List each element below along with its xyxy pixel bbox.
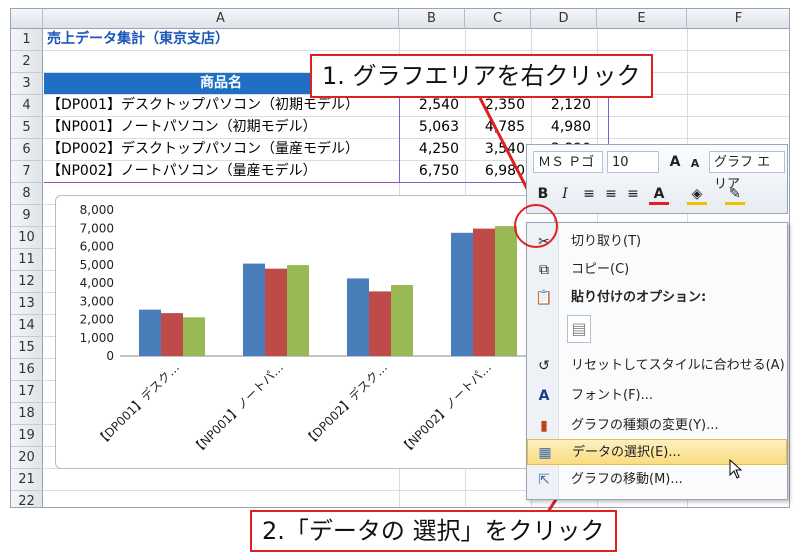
menu-item-label: フォント(F)...	[571, 388, 654, 403]
menu-item-label: 貼り付けのオプション:	[571, 290, 707, 305]
italic-icon[interactable]: I	[555, 183, 575, 205]
font-size-select[interactable]: 10	[607, 151, 659, 173]
menu-item-label: リセットしてスタイルに合わせる(A)	[571, 358, 785, 373]
grow-font-icon[interactable]: A	[665, 151, 685, 173]
menu-item-cut[interactable]: ✂ 切り取り(T)	[527, 229, 787, 255]
step2-callout: 2.「データの 選択」をクリック	[250, 510, 617, 552]
menu-item-label: グラフの種類の変更(Y)...	[571, 418, 719, 433]
font-icon: A	[538, 388, 550, 404]
menu-item-label: グラフの移動(M)...	[571, 472, 683, 487]
menu-item-font[interactable]: A フォント(F)...	[527, 383, 787, 409]
menu-item-copy[interactable]: ⧉ コピー(C)	[527, 257, 787, 283]
context-menu: ✂ 切り取り(T) ⧉ コピー(C) 📋 貼り付けのオプション: ▤ ↺ リセッ…	[526, 222, 788, 500]
menu-item-label: 切り取り(T)	[571, 234, 642, 249]
align-left-icon[interactable]: ≡	[579, 183, 599, 205]
shrink-font-icon[interactable]: A	[685, 153, 705, 175]
menu-item-move-chart[interactable]: ⇱ グラフの移動(M)...	[527, 467, 787, 493]
paste-option-icon[interactable]: ▤	[567, 315, 591, 343]
fill-color-icon[interactable]: ◈	[687, 183, 707, 205]
copy-icon: ⧉	[539, 262, 549, 278]
chart-element-select[interactable]: グラフ エリア	[709, 151, 785, 192]
menu-item-label: データの選択(E)...	[572, 445, 681, 460]
font-color-icon[interactable]: A	[649, 183, 669, 205]
bold-icon[interactable]: B	[533, 183, 553, 205]
mouse-cursor-icon	[729, 459, 743, 479]
align-right-icon[interactable]: ≡	[623, 183, 643, 205]
mini-toolbar: ＭＳ Ｐゴ 10 A A グラフ エリア B I ≡ ≡ ≡ A ◈ ✎	[526, 144, 788, 214]
align-center-icon[interactable]: ≡	[601, 183, 621, 205]
chart-type-icon: ▮	[540, 418, 548, 434]
menu-item-label: コピー(C)	[571, 262, 630, 277]
select-data-icon: ▦	[538, 445, 552, 461]
menu-item-reset-style[interactable]: ↺ リセットしてスタイルに合わせる(A)	[527, 353, 787, 379]
outline-color-icon[interactable]: ✎	[725, 183, 745, 205]
menu-item-change-chart-type[interactable]: ▮ グラフの種類の変更(Y)...	[527, 413, 787, 439]
menu-item-paste-options: 📋 貼り付けのオプション:	[527, 285, 787, 311]
font-name-select[interactable]: ＭＳ Ｐゴ	[533, 151, 603, 173]
right-click-marker	[514, 204, 558, 248]
move-chart-icon: ⇱	[538, 472, 550, 488]
reset-style-icon: ↺	[538, 358, 550, 374]
paste-icon: 📋	[535, 290, 553, 306]
menu-item-select-data[interactable]: ▦ データの選択(E)...	[527, 439, 787, 465]
